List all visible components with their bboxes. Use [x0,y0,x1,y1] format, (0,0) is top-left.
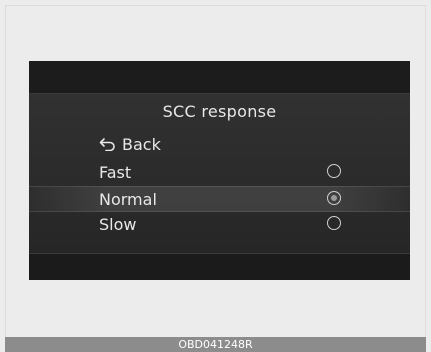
option-fast-label: Fast [99,163,132,182]
image-caption: OBD041248R [5,337,426,352]
option-fast[interactable]: Fast [29,160,410,186]
menu-panel: SCC response Back Fast Normal Slow [29,94,410,253]
back-arrow-icon [99,138,115,151]
option-normal[interactable]: Normal [29,186,410,212]
option-slow[interactable]: Slow [29,212,410,238]
radio-selected-dot [331,195,337,201]
bottom-bar [29,253,410,280]
option-slow-label: Slow [99,215,137,234]
back-button[interactable]: Back [99,133,161,155]
display-screen: SCC response Back Fast Normal Slow [29,61,410,280]
menu-title: SCC response [162,102,277,121]
option-normal-label: Normal [99,190,157,209]
back-label: Back [122,134,161,154]
radio-fast[interactable] [327,164,341,178]
radio-slow[interactable] [327,216,341,230]
radio-normal[interactable] [327,191,341,205]
status-bar [29,61,410,93]
